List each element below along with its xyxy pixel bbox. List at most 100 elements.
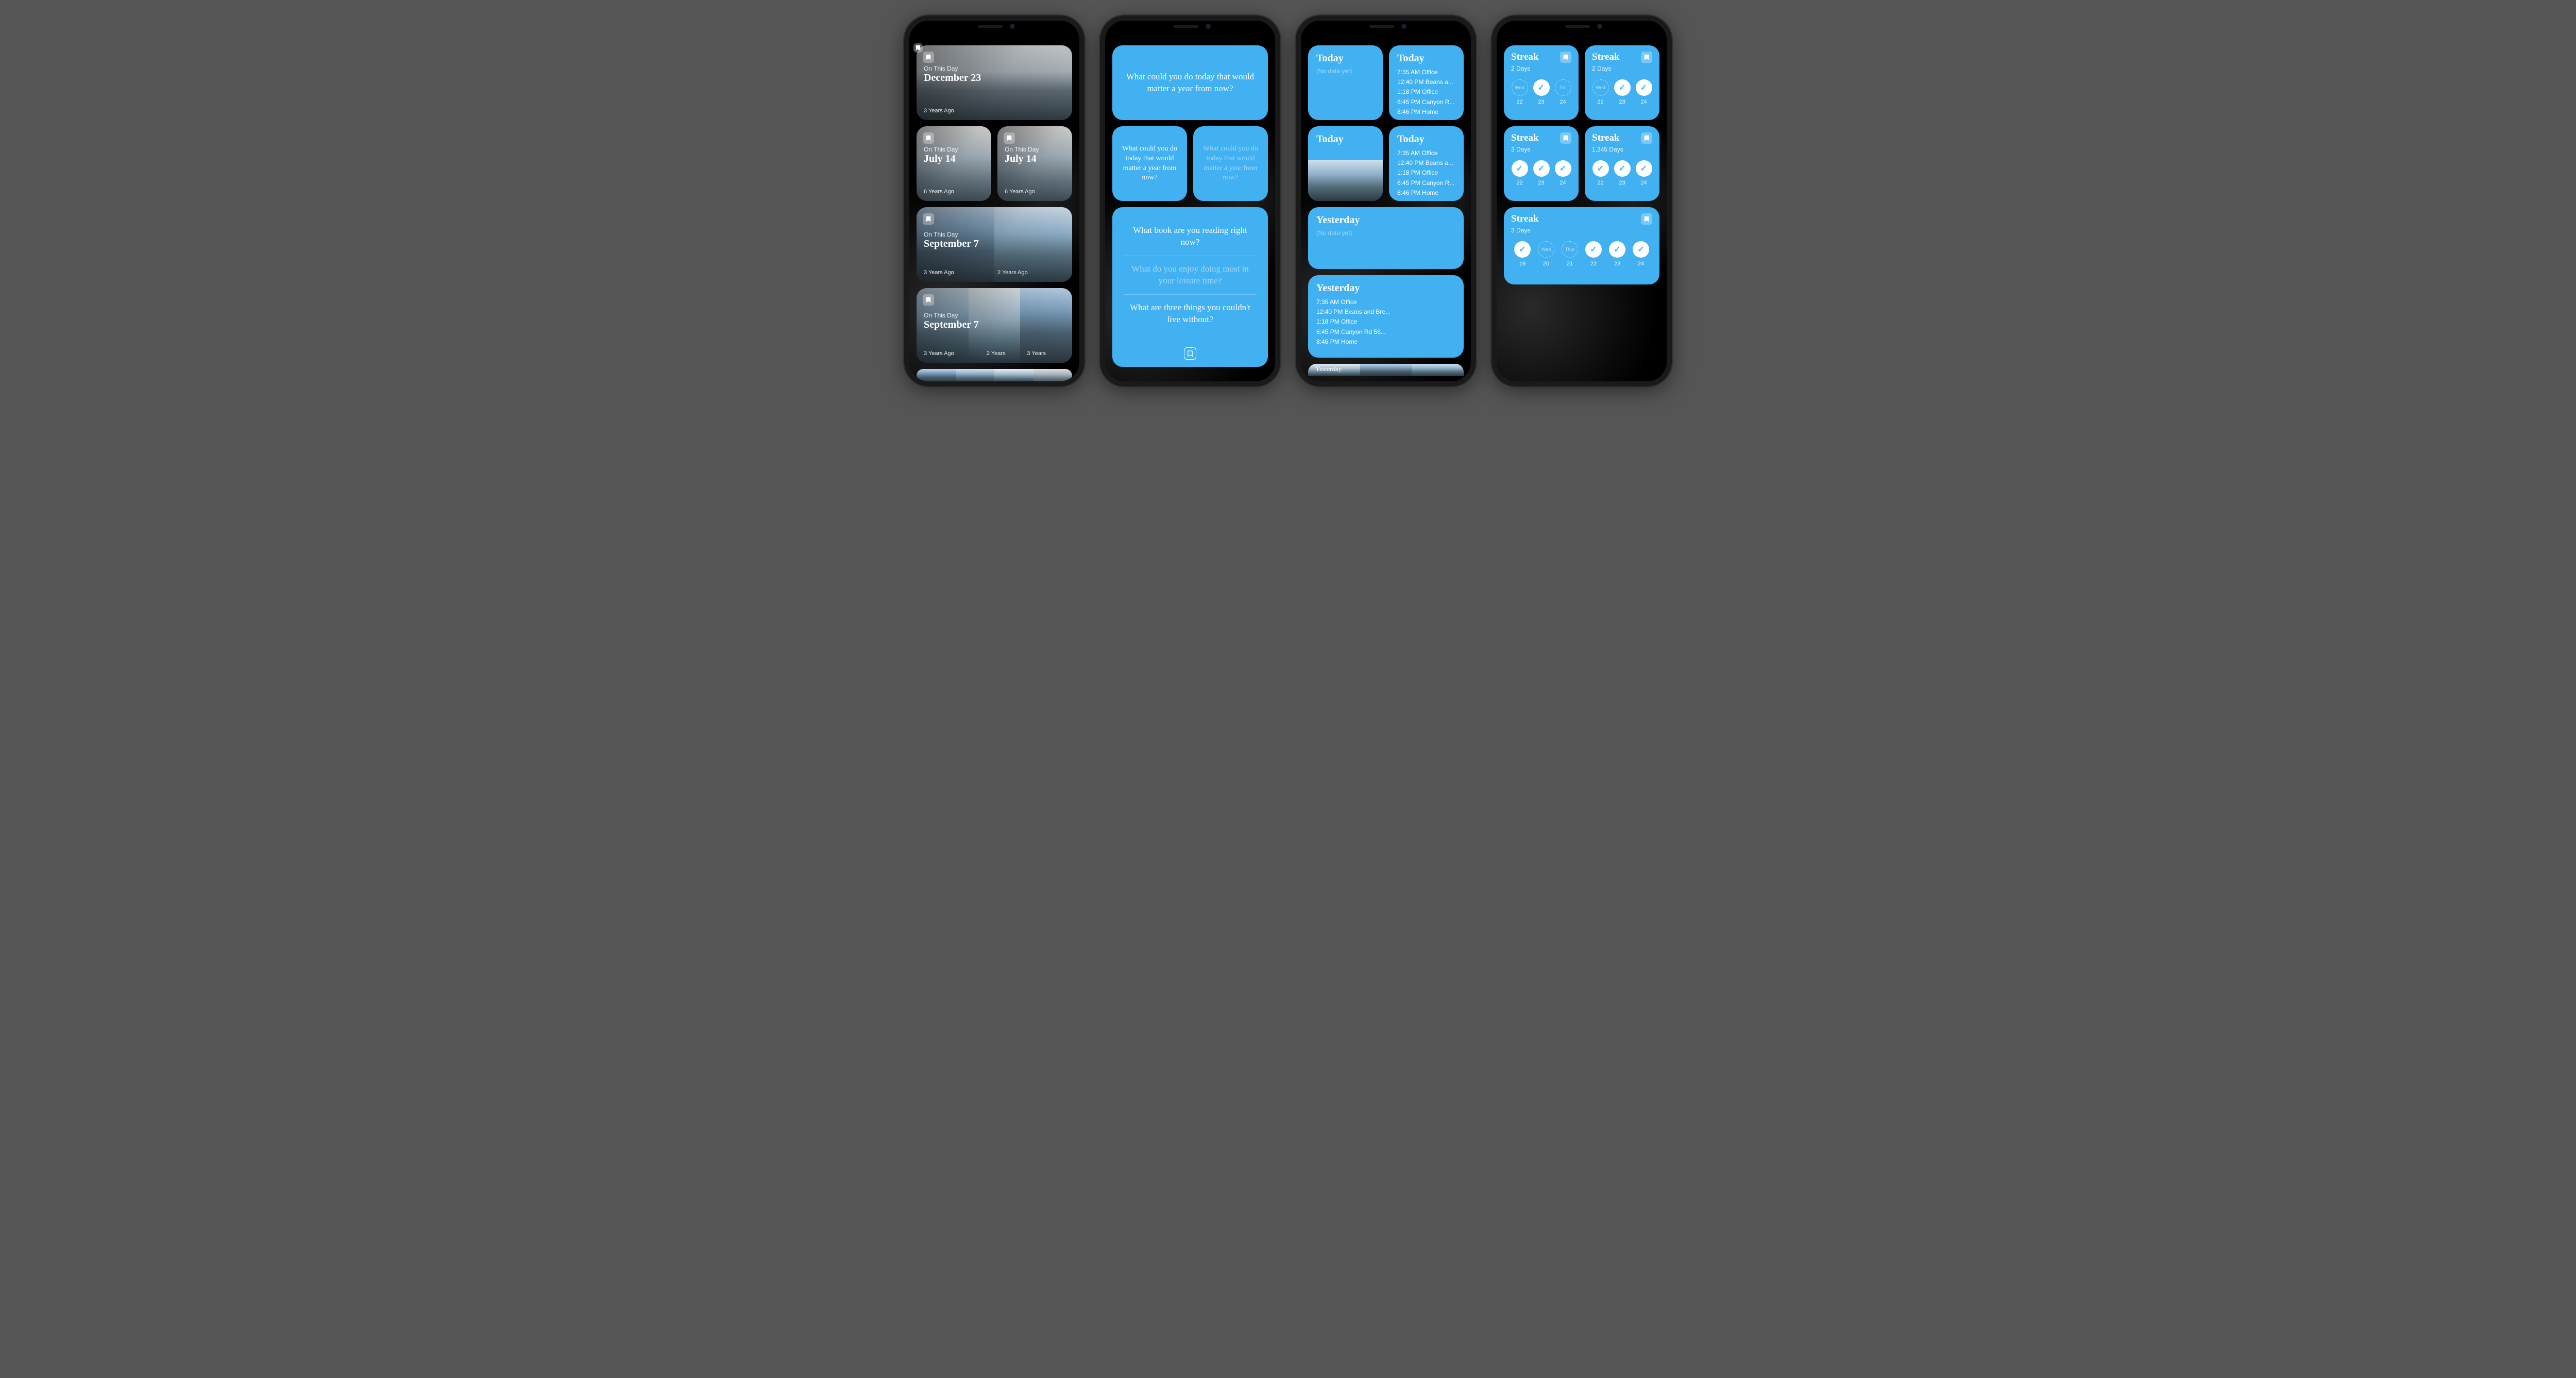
today-widget-empty[interactable]: Today (No data yet) [1308,45,1383,120]
streak-day: ✓ 24 [1636,79,1652,105]
bookmark-icon [923,52,934,63]
streak-day: ✓23 [1609,241,1625,267]
entry-line: 6:45 PM Canyon Rd 56... [1316,327,1455,337]
bookmark-icon [923,213,934,225]
entry-line: 6:45 PM Canyon R... [1397,97,1455,107]
check-icon: ✓ [1633,241,1649,258]
prompt-widget-small[interactable]: What could you do today that would matte… [1112,126,1187,201]
on-this-day-date: December 23 [924,72,981,84]
streak-day: ✓22 [1592,160,1609,186]
entry-list: 7:35 AM Office12:40 PM Beans a...1:18 PM… [1389,148,1464,198]
no-data-label: (No data yet) [1308,229,1464,237]
prompt-widget-small-faded[interactable]: What could you do today that would matte… [1193,126,1268,201]
streak-title: Streak [1592,132,1619,144]
streak-widget-small[interactable]: Streak 1,345 Days ✓22 ✓ 23 ✓ 24 [1585,126,1659,201]
entry-line: 8:46 PM Home [1397,107,1455,117]
entry-line: 7:35 AM Office [1397,148,1455,158]
empty-day-icon: Wed [1592,79,1609,96]
bookmark-icon [1560,52,1571,63]
streak-day: Wed 22 [1592,79,1609,105]
on-this-day-label: On This Day [924,65,981,72]
check-icon: ✓ [1555,160,1571,177]
check-icon: ✓ [1614,160,1631,177]
day-number: 23 [1614,261,1620,267]
check-icon: ✓ [1614,79,1631,96]
day-number: 23 [1619,180,1625,186]
streak-widget-small[interactable]: Streak 2 Days Wed 22 ✓ 23 ✓ 24 [1585,45,1659,120]
yesterday-widget-empty[interactable]: Yesterday (No data yet) [1308,207,1464,269]
streak-day: Wed 22 [1512,79,1528,105]
streak-day: Thur 21 [1562,241,1578,267]
on-this-day-widget-medium-2up[interactable]: On This Day September 7 3 Years Ago 2 Ye… [917,207,1072,282]
prompt-text: What do you enjoy doing most in your lei… [1112,256,1268,294]
on-this-day-widget-small[interactable]: On This Day July 14 6 Years Ago [917,126,991,201]
day-number: 19 [1519,261,1526,267]
day-number: 22 [1597,99,1603,105]
prompt-widget-medium[interactable]: What could you do today that would matte… [1112,45,1268,120]
today-widget-entries[interactable]: Today 7:35 AM Office12:40 PM Beans a...1… [1389,126,1464,201]
streak-count: 3 Days [1504,227,1659,234]
day-number: 22 [1590,261,1597,267]
streak-day: ✓ 23 [1614,79,1631,105]
day-number: 23 [1538,99,1544,105]
check-icon: ✓ [1636,160,1652,177]
today-widget-entries[interactable]: Today 7:35 AM Office12:40 PM Beans a...1… [1389,45,1464,120]
empty-day-icon: Thur [1562,241,1578,258]
bookmark-icon [923,132,934,144]
streak-day: ✓ 23 [1533,160,1550,186]
no-data-label: (No data yet) [1308,68,1383,75]
day-number: 24 [1640,99,1647,105]
phone-2: 9:41 What could you do today that would … [1100,15,1280,386]
entry-line: 8:46 PM Home [1397,188,1455,198]
entry-line: 8:46 PM Home [1316,337,1455,347]
yesterday-widget-entries[interactable]: Yesterday 7:35 AM Office12:40 PM Beans a… [1308,275,1464,358]
entry-line: 1:18 PM Office [1316,317,1455,327]
check-icon: ✓ [1533,79,1550,96]
day-number: 24 [1560,180,1566,186]
streak-count: 3 Days [1504,146,1579,153]
entry-line: 7:35 AM Office [1397,68,1455,77]
streak-title: Streak [1592,52,1619,63]
bookmark-icon [1004,132,1015,144]
streak-day: ✓22 [1512,160,1528,186]
today-widget-photo[interactable]: Today [1308,126,1383,201]
streak-count: 2 Days [1585,65,1659,72]
check-icon: ✓ [1636,79,1652,96]
streak-day: Wed20 [1538,241,1554,267]
phone-4: 9:41 Streak2 DaysWed22✓23Fri24 Streak2 D… [1492,15,1672,386]
streak-widget-small[interactable]: Streak3 Days✓22✓23✓24 [1504,126,1579,201]
streak-widget-small[interactable]: Streak2 DaysWed22✓23Fri24 [1504,45,1579,120]
entry-line: 6:45 PM Canyon R... [1397,178,1455,188]
on-this-day-widget-small[interactable]: On This Day July 14 6 Years Ago [997,126,1072,201]
on-this-day-widget-medium-3up[interactable]: On This Day September 7 3 Years Ago 2 Ye… [917,288,1072,363]
entry-line: 12:40 PM Beans a... [1397,158,1455,168]
day-number: 22 [1516,99,1522,105]
empty-day-icon: Wed [1512,79,1528,96]
yesterday-title: Yesterday [1308,207,1464,229]
yesterday-widget-peek[interactable]: Yesterday [1308,364,1464,376]
streak-widget-medium[interactable]: Streak3 Days✓19Wed20Thur21✓22✓23✓24 [1504,207,1659,284]
streak-title: Streak [1511,52,1538,63]
bookmark-icon [1184,347,1196,360]
streak-day: ✓ 23 [1614,160,1631,186]
streak-day: ✓22 [1585,241,1602,267]
entry-line: 1:18 PM Office [1397,168,1455,178]
streak-title: Streak [1511,132,1538,144]
streak-title: Streak [1511,213,1538,225]
day-number: 21 [1567,261,1573,267]
entry-line: 12:40 PM Beans and Bre... [1316,307,1455,317]
on-this-day-widget-peek[interactable] [917,369,1072,381]
check-icon: ✓ [1512,160,1528,177]
bookmark-icon [1560,132,1571,144]
day-number: 24 [1640,180,1647,186]
day-number: 23 [1619,99,1625,105]
streak-count: 1,345 Days [1585,146,1659,153]
check-icon: ✓ [1533,160,1550,177]
today-title: Today [1308,45,1383,68]
streak-day: ✓ 24 [1555,160,1571,186]
day-number: 23 [1538,180,1544,186]
day-number: 24 [1638,261,1644,267]
prompt-text: What book are you reading right now? [1112,217,1268,256]
prompt-widget-large[interactable]: What book are you reading right now? Wha… [1112,207,1268,367]
on-this-day-widget-medium[interactable]: On This Day December 23 3 Years Ago [917,45,1072,120]
